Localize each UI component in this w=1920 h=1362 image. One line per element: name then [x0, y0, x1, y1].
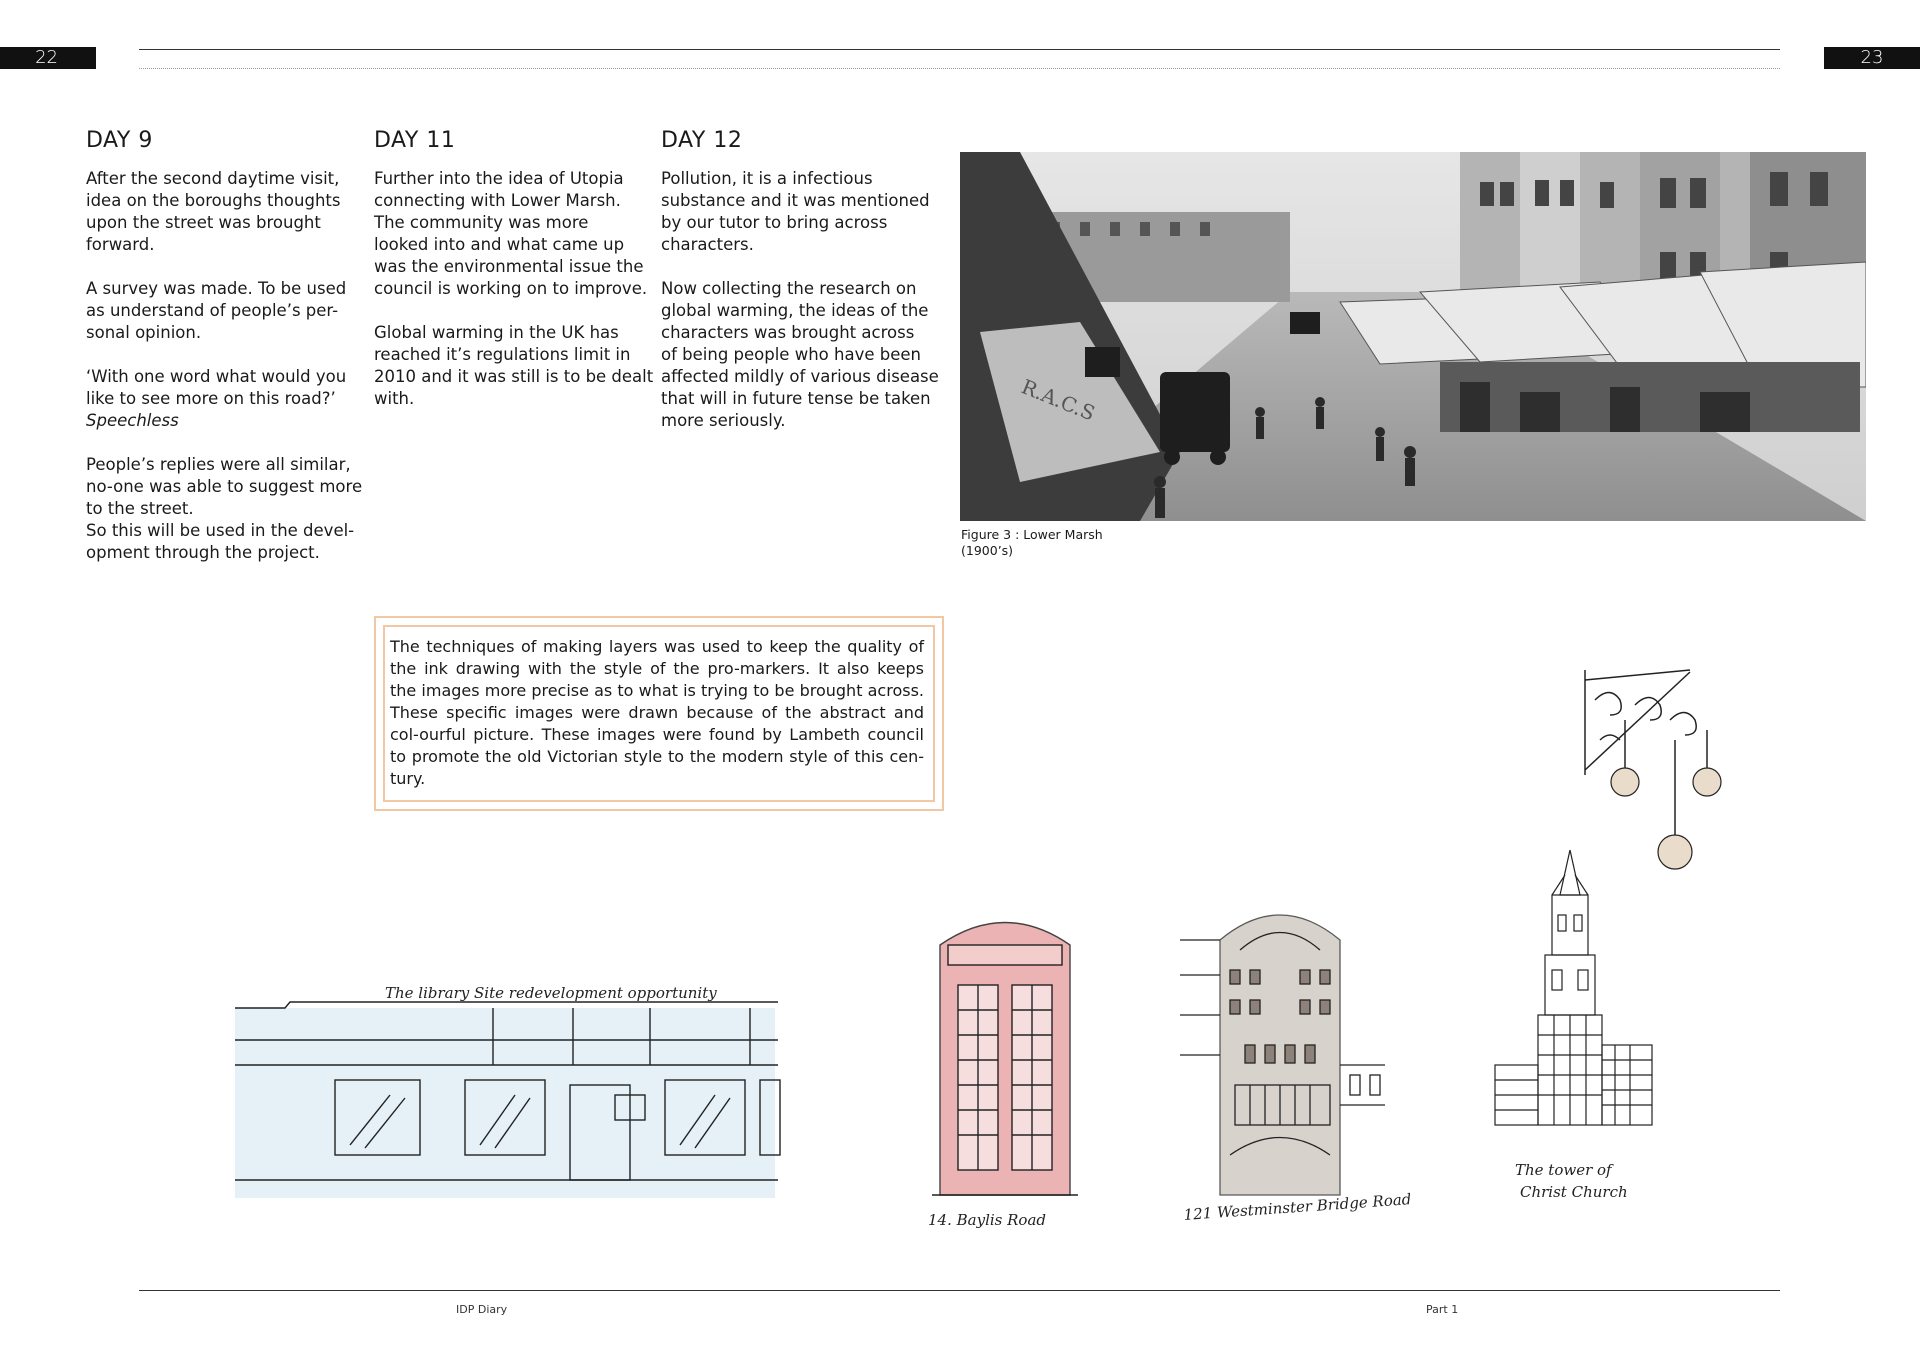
footer-rule — [139, 1290, 1780, 1291]
library-sketch: The library Site redevelopment opportuni… — [230, 980, 790, 1210]
tower-sketch: The tower of Christ Church — [1490, 845, 1670, 1215]
note-box-text: The techniques of making layers was used… — [390, 637, 924, 788]
page-number-left: 22 — [0, 47, 96, 69]
header-dotted-rule — [139, 68, 1780, 69]
footer-left-label: IDP Diary — [456, 1303, 508, 1316]
phonebox-sketch: 14. Baylis Road — [920, 905, 1090, 1235]
day-11-title: DAY 11 — [374, 128, 456, 153]
tower-sketch-label-2: Christ Church — [1520, 1183, 1628, 1201]
day-12-title: DAY 12 — [661, 128, 743, 153]
westminster-sketch: 121 Westminster Bridge Road — [1170, 895, 1412, 1235]
day-9-text: After the second daytime visit, idea on … — [86, 169, 363, 562]
tower-sketch-label-1: The tower of — [1515, 1161, 1614, 1179]
library-sketch-label: The library Site redevelopment opportuni… — [385, 984, 717, 1002]
footer-right-label: Part 1 — [1426, 1303, 1459, 1316]
lower-marsh-photo: R.A.C.S — [960, 152, 1866, 521]
header-rule — [139, 49, 1780, 50]
day-12-text: Pollution, it is a infectious substance … — [661, 169, 939, 430]
day-9-title: DAY 9 — [86, 128, 153, 153]
phonebox-sketch-label: 14. Baylis Road — [928, 1211, 1046, 1229]
photo-caption: Figure 3 : Lower Marsh (1900’s) — [961, 527, 1103, 558]
page-number-right: 23 — [1824, 47, 1920, 69]
day-11-text: Further into the idea of Utopia connecti… — [374, 169, 654, 408]
